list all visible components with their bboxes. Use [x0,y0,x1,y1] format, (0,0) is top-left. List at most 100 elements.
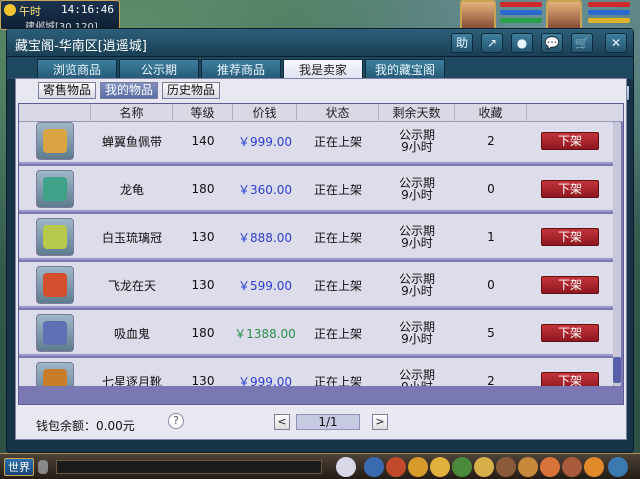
system-icon[interactable] [608,457,628,477]
delist-button[interactable]: 下架 [541,276,599,294]
friend-icon[interactable] [452,457,472,477]
item-level: 130 [191,374,215,386]
remaining-days: 公示期9小时 [398,128,435,154]
attack-icon[interactable] [386,457,406,477]
col-favorites: 收藏 [455,104,527,122]
table-body: 蝉翼鱼佩带 140 ￥999.00 正在上架 公示期 9小时 2 下架 龙龟 180 ￥360.00… [19,122,613,386]
quest-icon[interactable] [540,457,560,477]
table-row[interactable]: 白玉琉璃冠 130 ￥888.00 正在上架 公示期 9小时 1 下架 [19,214,613,260]
item-status: 正在上架 [313,326,362,341]
sun-icon [4,4,16,16]
table-row[interactable]: 蝉翼鱼佩带 140 ￥999.00 正在上架 公示期 9小时 2 下架 [19,122,613,164]
help-icon[interactable]: 助 [451,33,473,53]
window-titlebar[interactable]: 藏宝阁-华南区[逍遥城] 助 ↗ ● 💬 🛒 ✕ [7,29,633,57]
help-button[interactable]: ? [168,413,184,429]
time-label: 午时 [19,5,41,18]
cart-icon[interactable]: 🛒 [571,33,593,53]
game-bottom-bar: 世界 [0,453,640,479]
action-cell: 下架 [527,310,613,356]
chat-bubble-icon[interactable]: 💬 [541,33,563,53]
pet-icon[interactable] [336,457,356,477]
panel-footer: 钱包余额：0.00元 ? < 1/1 > [16,405,626,439]
item-status: 正在上架 [313,182,362,197]
item-fav: 0 [487,182,495,196]
trade-icon[interactable] [496,457,516,477]
crown-icon-glyph [43,225,67,249]
prev-page-button[interactable]: < [274,414,290,430]
item-name: 飞龙在天 [107,278,156,293]
delist-button[interactable]: 下架 [541,228,599,246]
delist-button[interactable]: 下架 [541,180,599,198]
delist-button[interactable]: 下架 [541,132,599,150]
item-level: 130 [191,278,215,292]
col-level: 等级 [173,104,233,122]
item-level: 130 [191,230,215,244]
scroll-thumb[interactable] [613,357,621,383]
delist-button[interactable]: 下架 [541,372,599,386]
item-price: ￥1388.00 [234,326,296,341]
remaining-days: 公示期9小时 [398,176,435,202]
guild-icon[interactable] [518,457,538,477]
item-icon-cell [19,262,91,308]
boots-icon[interactable] [36,362,74,386]
chat-input[interactable] [56,460,322,474]
dragon-turtle-icon[interactable] [36,170,74,208]
tab-my-pavilion[interactable]: 我的藏宝阁 [365,59,445,79]
item-price: ￥888.00 [238,230,292,245]
activity-icon[interactable] [584,457,604,477]
pet-status-bars [500,2,542,26]
item-icon-cell [19,166,91,212]
treasure-pavilion-window: 藏宝阁-华南区[逍遥城] 助 ↗ ● 💬 🛒 ✕ 浏览商品 公示期 推荐商品 我… [6,28,634,453]
time-display: 午时 14:16:46 建邺城[30,120] [0,0,120,33]
item-icon-cell [19,122,91,164]
team-icon[interactable] [430,457,450,477]
col-status: 状态 [297,104,379,122]
item-level: 180 [191,326,215,340]
tab-public-period[interactable]: 公示期 [119,59,199,79]
scrollbar[interactable] [613,122,621,386]
mall-icon[interactable] [562,457,582,477]
table-row[interactable]: 飞龙在天 130 ￥599.00 正在上架 公示期 9小时 0 下架 [19,262,613,308]
item-fav: 1 [487,230,495,244]
items-table: 名称 等级 价钱 状态 剩余天数 收藏 蝉翼鱼佩带 140 ￥999.00 正在上架公… [18,103,624,405]
belt-icon[interactable] [36,122,74,160]
remaining-days: 公示期9小时 [398,368,435,386]
skill-icon[interactable] [364,457,384,477]
share-icon[interactable]: ↗ [481,33,503,53]
subtab-history[interactable]: 历史物品 [162,82,221,99]
close-icon[interactable]: ✕ [605,33,627,53]
record-icon[interactable]: ● [511,33,533,53]
item-name: 七星逐月靴 [101,374,162,387]
remaining-days: 公示期9小时 [398,320,435,346]
table-row[interactable]: 龙龟 180 ￥360.00 正在上架 公示期 9小时 0 下架 [19,166,613,212]
col-remaining: 剩余天数 [379,104,455,122]
give-icon[interactable] [474,457,494,477]
subtab-consignment[interactable]: 寄售物品 [38,82,97,99]
table-row[interactable]: 吸血鬼 180 ￥1388.00 正在上架 公示期 9小时 5 下架 [19,310,613,356]
item-fav: 5 [487,326,495,340]
crown-icon[interactable] [36,218,74,256]
tab-seller[interactable]: 我是卖家 [283,59,363,79]
subtab-my-items[interactable]: 我的物品 [100,82,159,99]
table-row[interactable]: 七星逐月靴 130 ￥999.00 正在上架 公示期9小时 2 下架 [19,358,613,386]
main-tabs: 浏览商品 公示期 推荐商品 我是卖家 我的藏宝阁 ⚲ [7,57,633,101]
delist-button[interactable]: 下架 [541,324,599,342]
tab-browse[interactable]: 浏览商品 [37,59,117,79]
item-fav: 0 [487,278,495,292]
wallet-balance: 钱包余额：0.00元 [36,419,135,433]
next-page-button[interactable]: > [372,414,388,430]
action-cell: 下架 [527,262,613,308]
sword-icon[interactable] [36,266,74,304]
belt-icon-glyph [43,129,67,153]
item-price: ￥599.00 [238,278,292,293]
item-name: 白玉琉璃冠 [101,230,162,245]
vampire-icon[interactable] [36,314,74,352]
tab-recommended[interactable]: 推荐商品 [201,59,281,79]
clock: 14:16:46 [61,3,114,16]
action-cell: 下架 [527,358,613,386]
world-channel-button[interactable]: 世界 [4,458,34,476]
microphone-icon[interactable] [38,460,48,474]
col-price: 价钱 [233,104,297,122]
item-icon[interactable] [408,457,428,477]
item-status: 正在上架 [313,230,362,245]
